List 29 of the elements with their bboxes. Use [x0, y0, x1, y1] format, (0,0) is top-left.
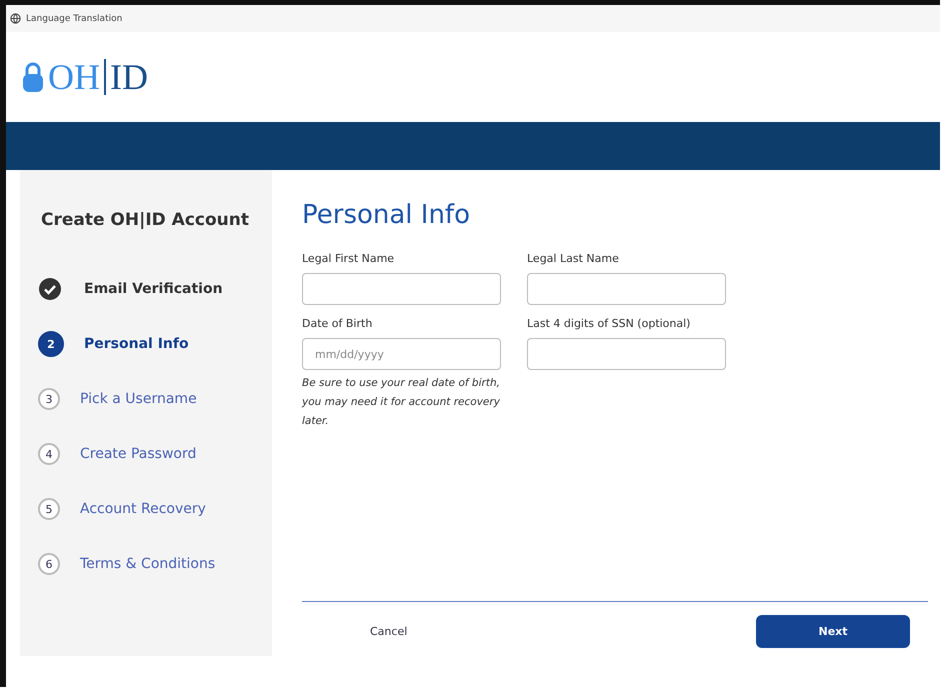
hint-text: Be sure to use your real date of birth, you may need it for account recovery later. [302, 376, 501, 429]
step-number: 5 [38, 498, 60, 520]
logo-text: ID [110, 56, 148, 98]
step-link[interactable]: Email Verification [84, 281, 223, 297]
step-number: 2 [38, 331, 64, 357]
step-number: 3 [38, 388, 60, 410]
input-field[interactable] [302, 273, 501, 305]
field-label: Legal First Name [302, 252, 396, 265]
cancel-button[interactable]: Cancel [362, 621, 416, 642]
step-number: 4 [38, 443, 60, 465]
field-label: Last 4 digits of SSN (optional) [527, 317, 692, 330]
field-label: Date of Birth [302, 317, 374, 330]
input-field[interactable] [527, 273, 726, 305]
sidebar-title: Create OH|ID Account [41, 210, 250, 230]
step-number: 6 [38, 553, 60, 575]
step-link[interactable]: Terms & Conditions [80, 556, 216, 572]
step-link[interactable]: Account Recovery [80, 501, 206, 517]
step-link[interactable]: Pick a Username [80, 391, 197, 407]
language-translation-link[interactable]: Language Translation [26, 14, 122, 24]
logo-text: OH [48, 56, 100, 98]
page-title: Personal Info [302, 200, 471, 230]
globe-icon [10, 13, 21, 24]
input-field[interactable]: mm/dd/yyyy [302, 338, 501, 370]
input-field[interactable] [527, 338, 726, 370]
next-button[interactable]: Next [756, 615, 910, 648]
step-link[interactable]: Personal Info [84, 336, 189, 352]
field-label: Legal Last Name [527, 252, 620, 265]
padlock-icon [22, 61, 44, 93]
step-link[interactable]: Create Password [80, 446, 196, 462]
